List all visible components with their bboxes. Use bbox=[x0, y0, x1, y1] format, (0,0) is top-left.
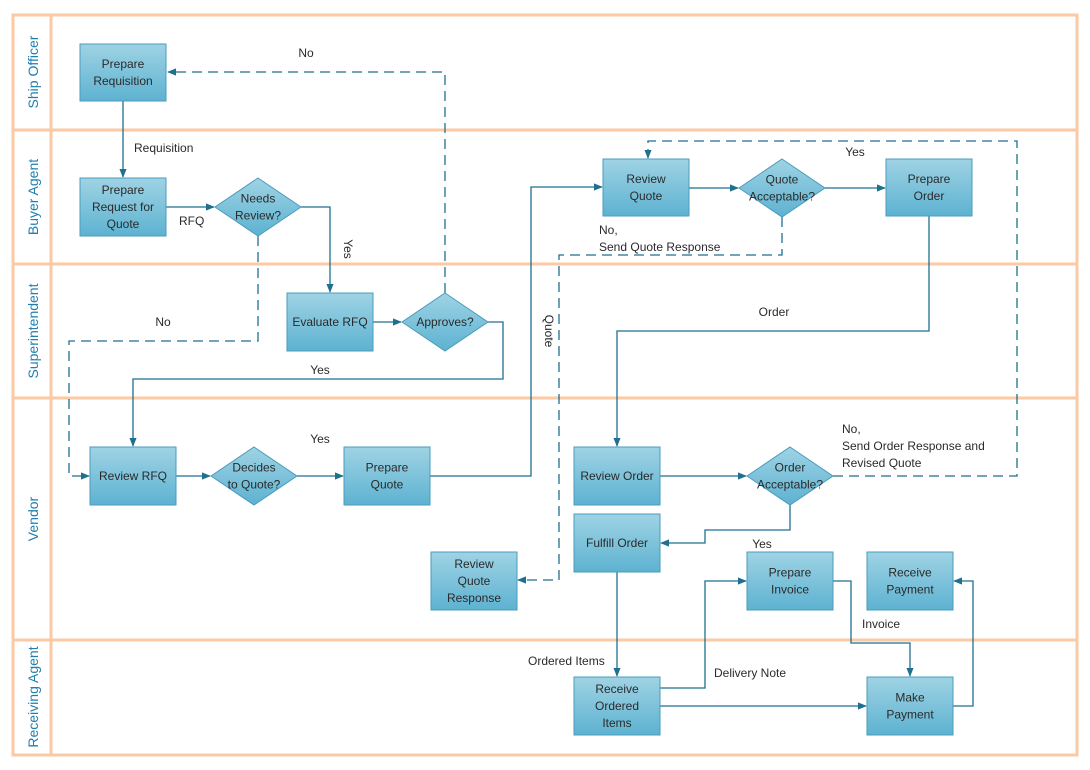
node-label: Quote bbox=[766, 173, 799, 187]
node-label: Items bbox=[602, 716, 631, 730]
node-label: Requisition bbox=[93, 74, 152, 88]
lane-label-buyer-agent: Buyer Agent bbox=[25, 159, 41, 235]
node-label: Response bbox=[447, 591, 501, 605]
node-label: Review RFQ bbox=[99, 469, 167, 483]
node-label: Review bbox=[626, 172, 666, 186]
label-requisition: Requisition bbox=[134, 141, 193, 155]
node-label: Review? bbox=[235, 209, 281, 223]
label-invoice: Invoice bbox=[862, 617, 900, 631]
node-decides-to-quote[interactable]: Decides to Quote? bbox=[210, 446, 298, 506]
nodes: Prepare Requisition Prepare Request for Quot… bbox=[79, 43, 973, 736]
node-label: to Quote? bbox=[228, 478, 281, 492]
label-yes-fulfill: Yes bbox=[752, 537, 772, 551]
node-label: Request for bbox=[92, 200, 154, 214]
node-label: Decides bbox=[232, 461, 275, 475]
node-prepare-order[interactable]: Prepare Order bbox=[885, 158, 973, 217]
node-receive-ordered-items[interactable]: Receive Ordered Items bbox=[573, 676, 661, 736]
node-label: Quote bbox=[630, 189, 663, 203]
lane-label-receiving-agent: Receiving Agent bbox=[25, 646, 41, 747]
label-no-order-line1: No, bbox=[842, 422, 861, 436]
node-label: Prepare bbox=[102, 183, 145, 197]
node-quote-acceptable[interactable]: Quote Acceptable? bbox=[738, 158, 826, 218]
node-label: Approves? bbox=[416, 315, 474, 329]
decision-diamond[interactable] bbox=[738, 158, 826, 218]
node-label: Fulfill Order bbox=[586, 536, 648, 550]
node-review-quote[interactable]: Review Quote bbox=[602, 158, 690, 217]
node-label: Payment bbox=[886, 708, 934, 722]
lane-label-superintendent: Superintendent bbox=[25, 283, 41, 378]
process-box[interactable] bbox=[866, 551, 954, 611]
label-delivery-note: Delivery Note bbox=[714, 666, 786, 680]
node-label: Invoice bbox=[771, 583, 809, 597]
node-review-order[interactable]: Review Order bbox=[573, 446, 661, 506]
node-review-rfq[interactable]: Review RFQ bbox=[89, 446, 177, 506]
node-make-payment[interactable]: Make Payment bbox=[866, 676, 954, 736]
node-prepare-quote[interactable]: Prepare Quote bbox=[343, 446, 431, 506]
cross-functional-flowchart: Ship Officer Buyer Agent Superintendent … bbox=[11, 13, 1079, 757]
node-prepare-rfq[interactable]: Prepare Request for Quote bbox=[79, 177, 167, 237]
node-label: Acceptable? bbox=[749, 190, 815, 204]
node-evaluate-rfq[interactable]: Evaluate RFQ bbox=[286, 292, 374, 352]
node-label: Needs bbox=[241, 192, 276, 206]
node-label: Review bbox=[454, 557, 494, 571]
node-approves[interactable]: Approves? bbox=[401, 292, 489, 352]
node-label: Prepare bbox=[769, 566, 812, 580]
edge-needs-review-no[interactable] bbox=[68, 236, 259, 480]
lanes-frame bbox=[11, 13, 1079, 757]
label-yes-quote: Yes bbox=[310, 432, 330, 446]
node-label: Ordered bbox=[595, 699, 639, 713]
process-box[interactable] bbox=[79, 43, 167, 102]
lane-label-vendor: Vendor bbox=[25, 496, 41, 541]
decision-diamond[interactable] bbox=[746, 446, 834, 506]
node-label: Quote bbox=[107, 217, 140, 231]
label-yes-review: Yes bbox=[341, 239, 355, 259]
process-box[interactable] bbox=[746, 551, 834, 611]
node-order-acceptable[interactable]: Order Acceptable? bbox=[746, 446, 834, 506]
label-ordered-items: Ordered Items bbox=[528, 654, 605, 668]
label-yes-approve: Yes bbox=[310, 363, 330, 377]
decision-diamond[interactable] bbox=[210, 446, 298, 506]
node-label: Prepare bbox=[908, 172, 951, 186]
process-box[interactable] bbox=[866, 676, 954, 736]
label-no-order-line3: Revised Quote bbox=[842, 456, 922, 470]
edge-needs-review-yes[interactable] bbox=[301, 206, 334, 293]
label-yes-order: Yes bbox=[845, 145, 865, 159]
label-rfq: RFQ bbox=[179, 214, 204, 228]
swimlanes: Ship Officer Buyer Agent Superintendent … bbox=[11, 13, 1079, 757]
edge-payment[interactable] bbox=[953, 577, 974, 707]
node-label: Order bbox=[775, 461, 806, 475]
label-no-top: No bbox=[298, 46, 314, 60]
node-label: Quote bbox=[371, 478, 404, 492]
label-quote: Quote bbox=[542, 315, 556, 348]
node-prepare-requisition[interactable]: Prepare Requisition bbox=[79, 43, 167, 102]
node-label: Evaluate RFQ bbox=[292, 315, 367, 329]
lane-label-ship-officer: Ship Officer bbox=[25, 35, 41, 108]
label-no-skip: No bbox=[155, 315, 171, 329]
process-box[interactable] bbox=[885, 158, 973, 217]
node-receive-payment[interactable]: Receive Payment bbox=[866, 551, 954, 611]
node-label: Quote bbox=[458, 574, 491, 588]
node-label: Receive bbox=[888, 566, 932, 580]
node-label: Receive bbox=[595, 682, 639, 696]
node-label: Review Order bbox=[580, 469, 653, 483]
decision-diamond[interactable] bbox=[214, 177, 302, 237]
connectors bbox=[68, 68, 1018, 710]
node-label: Acceptable? bbox=[757, 478, 823, 492]
process-box[interactable] bbox=[602, 158, 690, 217]
node-label: Order bbox=[914, 189, 945, 203]
node-label: Prepare bbox=[102, 57, 145, 71]
node-label: Make bbox=[895, 691, 925, 705]
node-fulfill-order[interactable]: Fulfill Order bbox=[573, 513, 661, 573]
label-no-order-line2: Send Order Response and bbox=[842, 439, 985, 453]
node-label: Prepare bbox=[366, 461, 409, 475]
node-review-quote-response[interactable]: Review Quote Response bbox=[430, 551, 518, 611]
process-box[interactable] bbox=[343, 446, 431, 506]
node-prepare-invoice[interactable]: Prepare Invoice bbox=[746, 551, 834, 611]
node-needs-review[interactable]: Needs Review? bbox=[214, 177, 302, 237]
label-no-quote-line2: Send Quote Response bbox=[599, 240, 721, 254]
edge-approves-no[interactable] bbox=[167, 68, 446, 293]
label-order: Order bbox=[759, 305, 790, 319]
label-no-quote-line1: No, bbox=[599, 223, 618, 237]
node-label: Payment bbox=[886, 583, 934, 597]
